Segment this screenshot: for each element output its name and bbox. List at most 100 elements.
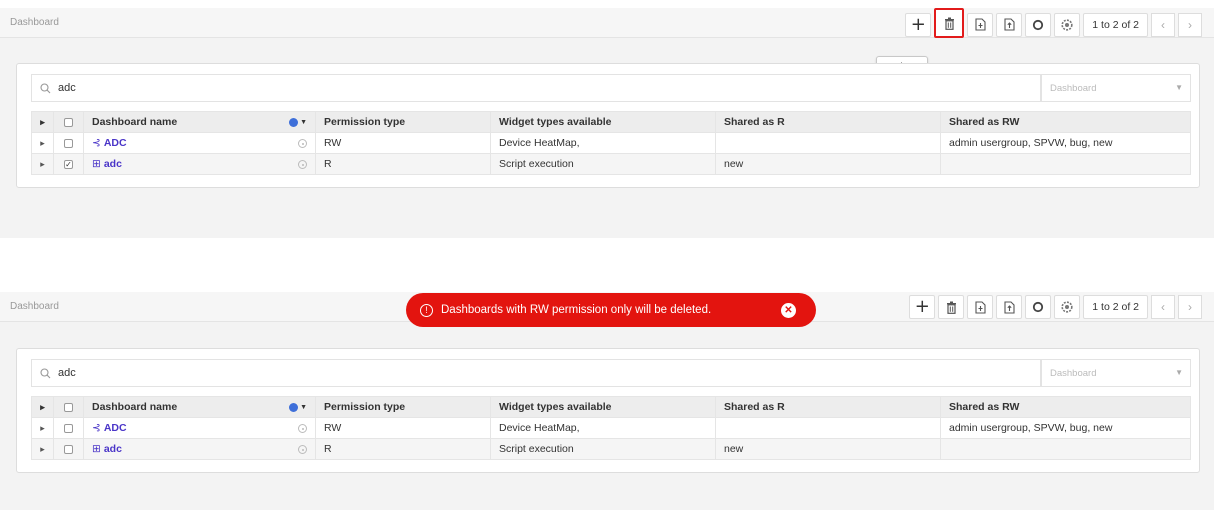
dashboard-filter-select[interactable]: Dashboard ▼ — [1041, 74, 1191, 102]
table-row[interactable]: ▸ ⊞ adc R Script execution new — [31, 438, 1191, 460]
search-icon — [40, 82, 51, 93]
info-icon[interactable] — [298, 138, 307, 148]
chevron-left-icon: ‹ — [1161, 300, 1165, 314]
search-box[interactable]: adc — [31, 359, 1041, 387]
column-widget-types[interactable]: Widget types available — [490, 396, 716, 418]
select-all-checkbox[interactable] — [64, 117, 73, 127]
next-page-button[interactable]: › — [1178, 12, 1202, 37]
shared-r-cell: new — [715, 438, 941, 460]
dashboard-name: ADC — [103, 422, 127, 434]
refresh-icon — [1033, 19, 1044, 30]
expand-all-toggle[interactable]: ▸ — [31, 396, 54, 418]
table-row[interactable]: ▸ ⊰ ADC RW Device HeatMap, admin usergrou… — [31, 417, 1191, 439]
filter-selected: Dashboard — [1050, 367, 1097, 379]
select-all-checkbox[interactable] — [64, 402, 73, 412]
column-chooser-icon — [289, 402, 299, 412]
row-checkbox[interactable] — [64, 423, 73, 433]
dashboard-link[interactable]: ⊰ ADC — [92, 422, 127, 434]
column-chooser-icon — [289, 117, 299, 127]
column-permission-type[interactable]: Permission type — [315, 111, 491, 133]
expand-all-toggle[interactable]: ▸ — [31, 111, 54, 133]
dashboard-name: adc — [103, 158, 122, 170]
search-box[interactable]: adc — [31, 74, 1041, 102]
table-header-row: ▸ Dashboard name ▼ Permission type Widge… — [31, 396, 1191, 418]
close-toast-button[interactable]: ✕ — [781, 302, 796, 318]
search-input[interactable]: adc — [58, 367, 76, 379]
export-button[interactable] — [996, 295, 1023, 319]
dashboard-type-icon: ⊰ — [92, 422, 101, 434]
toolbar: + 1 to 2 of 2 ‹ › — [905, 8, 1202, 38]
delete-button[interactable] — [938, 295, 965, 319]
import-button[interactable] — [967, 12, 994, 37]
prev-page-button[interactable]: ‹ — [1151, 295, 1175, 319]
table-row[interactable]: ▸ ⊰ ADC RW Device HeatMap, admin usergrou… — [31, 132, 1191, 154]
column-shared-rw[interactable]: Shared as RW — [940, 396, 1191, 418]
refresh-button[interactable] — [1025, 12, 1052, 37]
column-label: Dashboard name — [92, 401, 178, 413]
info-icon[interactable] — [298, 444, 307, 454]
dashboard-table: ▸ Dashboard name ▼ Permission type Widge… — [31, 396, 1191, 460]
search-input[interactable]: adc — [58, 82, 76, 94]
settings-button[interactable] — [1054, 12, 1081, 37]
plus-icon: + — [910, 13, 926, 35]
refresh-button[interactable] — [1025, 295, 1052, 319]
table-row[interactable]: ▸ ✓ ⊞ adc R Script execution new — [31, 153, 1191, 175]
file-export-icon — [1004, 300, 1015, 314]
select-all-checkbox-cell[interactable] — [53, 396, 84, 418]
error-toast: ! Dashboards with RW permission only wil… — [406, 293, 816, 327]
header-bar: Dashboard + 1 to 2 of 2 ‹ › — [0, 8, 1214, 38]
row-checkbox[interactable] — [64, 444, 73, 454]
shared-r-cell — [715, 417, 941, 439]
column-dashboard-name[interactable]: Dashboard name ▼ — [83, 396, 316, 418]
row-checkbox-checked[interactable]: ✓ — [64, 159, 73, 169]
shared-rw-cell: admin usergroup, SPVW, bug, new — [940, 417, 1191, 439]
dashboard-filter-select[interactable]: Dashboard ▼ — [1041, 359, 1191, 387]
breadcrumb: Dashboard — [10, 301, 59, 312]
caret-down-icon: ▼ — [300, 403, 307, 411]
column-chooser-button[interactable]: ▼ — [289, 402, 307, 412]
export-button[interactable] — [996, 12, 1023, 37]
dashboard-name: ADC — [103, 137, 127, 149]
chevron-left-icon: ‹ — [1161, 17, 1165, 32]
dashboard-link[interactable]: ⊞ adc — [92, 158, 122, 170]
pagination-info: 1 to 2 of 2 — [1083, 12, 1148, 37]
import-button[interactable] — [967, 295, 994, 319]
next-page-button[interactable]: › — [1178, 295, 1202, 319]
info-icon[interactable] — [298, 159, 307, 169]
row-expand-toggle[interactable]: ▸ — [31, 132, 54, 154]
table-header-row: ▸ Dashboard name ▼ Permission type Widge… — [31, 111, 1191, 133]
add-button[interactable]: + — [909, 295, 936, 319]
row-expand-toggle[interactable]: ▸ — [31, 438, 54, 460]
row-expand-toggle[interactable]: ▸ — [31, 417, 54, 439]
permission-cell: R — [315, 438, 491, 460]
caret-down-icon: ▼ — [300, 118, 307, 126]
delete-button[interactable] — [934, 8, 965, 38]
row-expand-toggle[interactable]: ▸ — [31, 153, 54, 175]
column-shared-rw[interactable]: Shared as RW — [940, 111, 1191, 133]
select-all-checkbox-cell[interactable] — [53, 111, 84, 133]
dashboard-link[interactable]: ⊰ ADC — [92, 137, 127, 149]
chevron-down-icon: ▼ — [1175, 83, 1183, 92]
column-widget-types[interactable]: Widget types available — [490, 111, 716, 133]
column-shared-r[interactable]: Shared as R — [715, 111, 941, 133]
column-dashboard-name[interactable]: Dashboard name ▼ — [83, 111, 316, 133]
refresh-icon — [1033, 301, 1044, 313]
prev-page-button[interactable]: ‹ — [1151, 12, 1175, 37]
dashboard-type-icon: ⊞ — [92, 158, 101, 170]
row-checkbox[interactable] — [64, 138, 73, 148]
column-chooser-button[interactable]: ▼ — [289, 117, 307, 127]
chevron-right-icon: › — [1188, 17, 1192, 32]
column-shared-r[interactable]: Shared as R — [715, 396, 941, 418]
permission-cell: RW — [315, 417, 491, 439]
gear-icon — [1061, 18, 1073, 31]
add-button[interactable]: + — [905, 12, 932, 37]
info-icon[interactable] — [298, 423, 307, 433]
pagination-info: 1 to 2 of 2 — [1083, 295, 1148, 319]
file-import-icon — [975, 18, 986, 31]
dashboard-link[interactable]: ⊞ adc — [92, 443, 122, 455]
column-permission-type[interactable]: Permission type — [315, 396, 491, 418]
chevron-right-icon: › — [1188, 300, 1192, 314]
breadcrumb: Dashboard — [10, 17, 59, 28]
settings-button[interactable] — [1054, 295, 1081, 319]
dashboard-name: adc — [103, 443, 122, 455]
